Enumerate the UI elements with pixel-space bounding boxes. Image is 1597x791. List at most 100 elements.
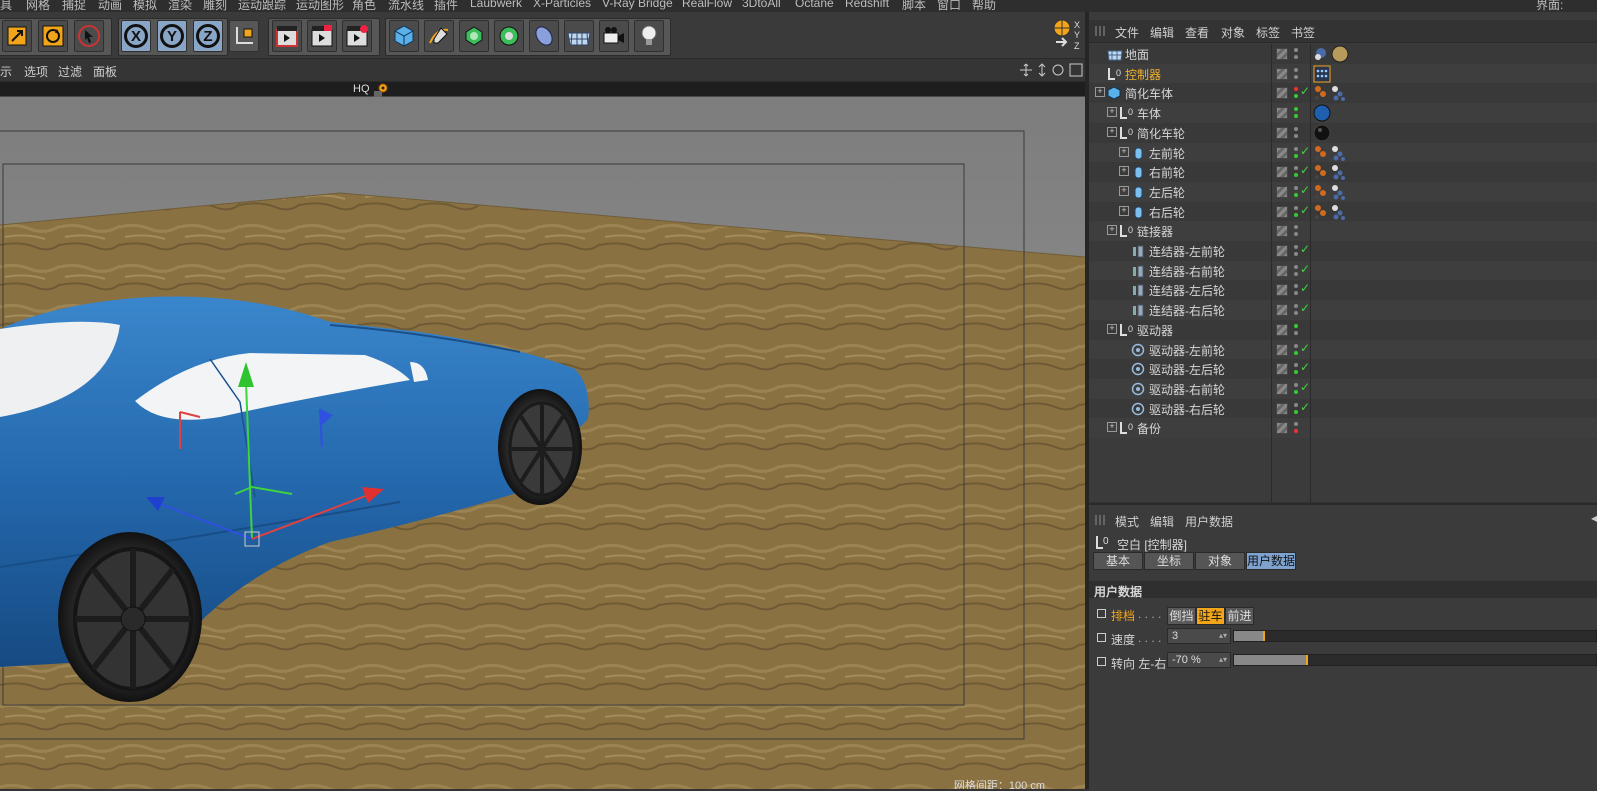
expand-toggle-icon[interactable]: + xyxy=(1095,87,1105,98)
object-row[interactable]: +0 驱动器 xyxy=(1089,319,1597,340)
panel-grip-icon[interactable] xyxy=(1095,26,1105,36)
object-row[interactable]: 连结器-右后轮 ✓ xyxy=(1089,300,1597,321)
object-name[interactable]: 左前轮 xyxy=(1149,145,1185,162)
animate-gear-icon[interactable] xyxy=(1097,609,1106,618)
object-row[interactable]: +0 车体 xyxy=(1089,103,1597,124)
viewport-navigation-icons[interactable] xyxy=(1018,62,1084,78)
live-selection-icon[interactable] xyxy=(74,20,104,52)
object-row[interactable]: + 左前轮 ✓ xyxy=(1089,142,1597,163)
editor-visibility-dot[interactable] xyxy=(1294,264,1298,269)
editor-visibility-dot[interactable] xyxy=(1294,185,1298,190)
subdivision-surface-icon[interactable] xyxy=(459,20,489,52)
gear-park-button[interactable]: 驻车 xyxy=(1196,607,1225,625)
expand-toggle-icon[interactable]: + xyxy=(1107,126,1117,137)
object-name[interactable]: 连结器-右后轮 xyxy=(1149,302,1225,319)
layer-icon[interactable] xyxy=(1276,225,1288,238)
speed-input[interactable]: 3 ▴▾ xyxy=(1167,628,1231,644)
om-menu-tags[interactable]: 标签 xyxy=(1256,24,1280,41)
cloner-icon[interactable] xyxy=(494,20,524,52)
steer-input[interactable]: -70 % ▴▾ xyxy=(1167,652,1231,668)
expand-toggle-icon[interactable]: + xyxy=(1107,422,1117,433)
object-row[interactable]: 驱动器-右后轮 ✓ xyxy=(1089,398,1597,419)
coordinate-system-icon[interactable] xyxy=(229,20,259,52)
speed-slider[interactable] xyxy=(1233,630,1597,642)
editor-visibility-dot[interactable] xyxy=(1294,107,1298,112)
gear-forward-button[interactable]: 前进 xyxy=(1225,607,1254,625)
object-name[interactable]: 驱动器-左后轮 xyxy=(1149,361,1225,378)
om-menu-bookmarks[interactable]: 书签 xyxy=(1291,24,1315,41)
editor-visibility-dot[interactable] xyxy=(1294,402,1298,407)
menu-item[interactable]: 窗口 xyxy=(937,0,961,12)
menu-item[interactable]: 帮助 xyxy=(972,0,996,12)
tags-cell[interactable] xyxy=(1313,84,1373,102)
light-icon[interactable] xyxy=(634,20,664,52)
z-axis-lock-button[interactable]: Z xyxy=(193,20,223,52)
menu-item[interactable]: 网格 xyxy=(26,0,50,12)
menu-item[interactable]: 脚本 xyxy=(902,0,926,12)
layer-icon[interactable] xyxy=(1276,245,1288,257)
viewport-menu-options[interactable]: 选项 xyxy=(24,63,48,80)
om-menu-file[interactable]: 文件 xyxy=(1115,24,1139,41)
tags-cell[interactable] xyxy=(1313,380,1373,398)
render-view-icon[interactable] xyxy=(272,20,302,52)
object-name[interactable]: 驱动器-右后轮 xyxy=(1149,401,1225,418)
render-visibility-dot[interactable] xyxy=(1294,133,1298,138)
render-visibility-dot[interactable] xyxy=(1294,409,1298,414)
object-row[interactable]: + 左后轮 ✓ xyxy=(1089,181,1597,202)
menu-item[interactable]: 3DtoAll xyxy=(742,0,781,10)
tags-cell[interactable] xyxy=(1313,124,1373,142)
layer-icon[interactable] xyxy=(1276,284,1288,297)
editor-visibility-dot[interactable] xyxy=(1294,48,1298,52)
tab-userdata[interactable]: 用户数据 xyxy=(1246,552,1296,570)
tags-cell[interactable] xyxy=(1313,281,1373,299)
camera-icon[interactable] xyxy=(599,20,629,52)
enabled-check-icon[interactable]: ✓ xyxy=(1300,144,1310,158)
om-menu-view[interactable]: 查看 xyxy=(1185,24,1209,41)
menu-item[interactable]: 模拟 xyxy=(133,0,157,12)
editor-visibility-dot[interactable] xyxy=(1294,304,1298,309)
viewport-menu-panel[interactable]: 面板 xyxy=(93,63,117,80)
menu-item[interactable]: RealFlow xyxy=(682,0,732,10)
layer-icon[interactable] xyxy=(1276,87,1288,100)
menu-item[interactable]: 插件 xyxy=(434,0,458,12)
tags-cell[interactable] xyxy=(1313,163,1373,181)
viewport-menu-display[interactable]: 示 xyxy=(0,63,12,80)
object-name[interactable]: 车体 xyxy=(1137,105,1161,122)
render-visibility-dot[interactable] xyxy=(1294,271,1298,276)
animate-steer-icon[interactable] xyxy=(1097,657,1106,666)
layer-icon[interactable] xyxy=(1276,422,1288,435)
layout-label[interactable]: 界面: xyxy=(1536,0,1563,12)
object-name[interactable]: 简化车体 xyxy=(1125,85,1173,102)
am-menu-mode[interactable]: 模式 xyxy=(1115,513,1139,530)
layer-icon[interactable] xyxy=(1276,323,1288,336)
tags-cell[interactable] xyxy=(1313,262,1373,280)
menu-item[interactable]: 具 xyxy=(0,0,12,12)
tags-cell[interactable] xyxy=(1313,183,1373,201)
deformer-icon[interactable] xyxy=(529,20,559,52)
menu-item[interactable]: 运动跟踪 xyxy=(238,0,286,12)
tags-cell[interactable] xyxy=(1313,321,1373,339)
menu-item[interactable]: Laubwerk xyxy=(470,0,522,10)
tags-cell[interactable] xyxy=(1313,65,1373,83)
tags-cell[interactable] xyxy=(1313,400,1373,418)
tags-cell[interactable] xyxy=(1313,341,1373,359)
editor-visibility-dot[interactable] xyxy=(1294,323,1298,328)
world-coordinate-icon[interactable]: XYZ xyxy=(1052,18,1086,52)
render-visibility-dot[interactable] xyxy=(1294,74,1298,79)
steer-slider[interactable] xyxy=(1233,654,1597,666)
pen-spline-icon[interactable] xyxy=(424,20,454,52)
render-visibility-dot[interactable] xyxy=(1294,370,1298,375)
rotate-tool-icon[interactable] xyxy=(38,20,68,52)
render-visibility-dot[interactable] xyxy=(1294,153,1298,158)
om-menu-object[interactable]: 对象 xyxy=(1221,24,1245,41)
editor-visibility-dot[interactable] xyxy=(1294,87,1298,92)
layer-icon[interactable] xyxy=(1276,363,1288,376)
stepper-arrows-icon[interactable]: ▴▾ xyxy=(1219,653,1227,667)
object-name[interactable]: 驱动器-右前轮 xyxy=(1149,381,1225,398)
layer-icon[interactable] xyxy=(1276,382,1288,395)
object-row[interactable]: +0 链接器 xyxy=(1089,221,1597,242)
enabled-check-icon[interactable]: ✓ xyxy=(1300,242,1310,256)
object-name[interactable]: 驱动器-左前轮 xyxy=(1149,342,1225,359)
gear-reverse-button[interactable]: 倒挡 xyxy=(1167,607,1196,625)
layer-icon[interactable] xyxy=(1276,67,1288,80)
